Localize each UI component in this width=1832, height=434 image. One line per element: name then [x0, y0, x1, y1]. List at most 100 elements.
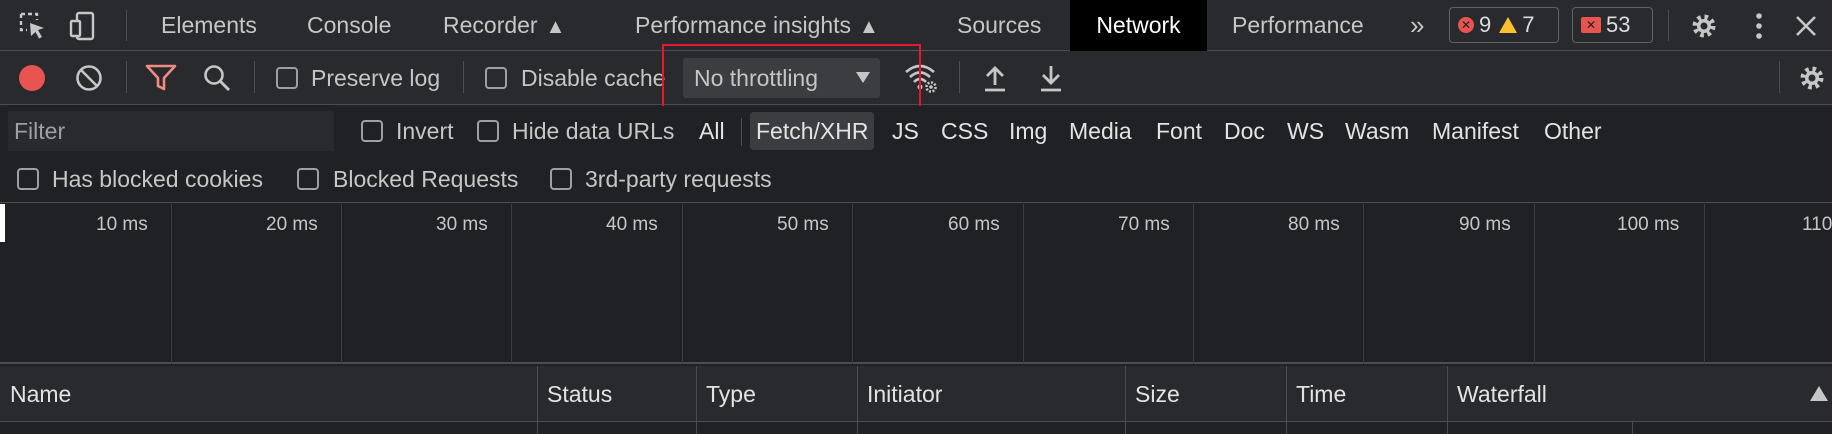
waterfall-gridline [1632, 422, 1633, 434]
type-filter-js[interactable]: JS [886, 112, 925, 150]
error-count: 9 [1479, 12, 1492, 37]
filter-bar: Invert Hide data URLs All Fetch/XHR JS C… [0, 106, 1832, 160]
throttling-select[interactable]: No throttling [683, 58, 880, 98]
clear-log-icon[interactable] [72, 61, 106, 95]
preserve-log-label: Preserve log [311, 65, 441, 91]
blocked-requests-checkbox[interactable] [297, 168, 319, 190]
column-header-status[interactable]: Status [537, 366, 696, 422]
overview-gridline [1023, 204, 1024, 364]
export-har-download-icon[interactable] [1034, 61, 1068, 95]
column-separator [1125, 422, 1126, 434]
tab-performance[interactable]: Performance [1232, 0, 1364, 51]
experiment-flask-icon: ▲ [859, 16, 879, 38]
tab-divider [126, 10, 127, 41]
tab-console[interactable]: Console [307, 0, 391, 51]
error-icon: ✕ [1458, 17, 1474, 33]
type-filter-css[interactable]: CSS [935, 112, 994, 150]
filter-icon[interactable] [144, 61, 178, 95]
record-button[interactable] [15, 61, 49, 95]
network-overview-timeline[interactable]: 10 ms 20 ms 30 ms 40 ms 50 ms 60 ms 70 m… [0, 204, 1832, 364]
third-party-requests-checkbox[interactable] [550, 168, 572, 190]
has-blocked-cookies-label: Has blocked cookies [52, 166, 263, 192]
overview-tick-label: 30 ms [436, 214, 488, 235]
type-filter-all[interactable]: All [693, 112, 731, 150]
console-counters[interactable]: ✕ 9 7 [1449, 7, 1559, 43]
tab-network[interactable]: Network [1070, 0, 1207, 51]
tab-console-label: Console [307, 12, 392, 38]
column-separator [537, 422, 538, 434]
column-separator [857, 422, 858, 434]
type-filter-font[interactable]: Font [1150, 112, 1208, 150]
type-filter-manifest[interactable]: Manifest [1426, 112, 1525, 150]
preserve-log-checkbox[interactable] [276, 67, 298, 89]
overview-gridline [1193, 204, 1194, 364]
search-icon[interactable] [200, 61, 234, 95]
column-header-size[interactable]: Size [1125, 366, 1286, 422]
overview-tick-label: 40 ms [606, 214, 658, 235]
warning-count: 7 [1522, 12, 1535, 37]
overview-tick-label: 60 ms [948, 214, 1000, 235]
invert-checkbox[interactable] [361, 120, 383, 142]
tab-sources-label: Sources [957, 12, 1042, 38]
tab-sources[interactable]: Sources [957, 0, 1041, 51]
issues-count: 53 [1606, 12, 1631, 37]
column-separator [1286, 422, 1287, 434]
column-header-waterfall[interactable]: Waterfall [1447, 366, 1832, 422]
sort-ascending-icon [1810, 386, 1828, 401]
column-header-waterfall-label: Waterfall [1457, 381, 1547, 407]
tab-recorder-label: Recorder [443, 12, 538, 38]
column-header-size-label: Size [1135, 381, 1180, 407]
disable-cache-label: Disable cache [521, 65, 666, 91]
invert-label: Invert [396, 118, 454, 144]
issues-icon: ✕ [1581, 17, 1601, 33]
type-filter-fetch-xhr[interactable]: Fetch/XHR [750, 112, 875, 150]
request-filter-options: Has blocked cookies Blocked Requests 3rd… [0, 160, 1832, 203]
column-header-time[interactable]: Time [1286, 366, 1447, 422]
disable-cache-checkbox[interactable] [485, 67, 507, 89]
tab-network-label: Network [1096, 12, 1181, 38]
overview-tick-label: 100 ms [1617, 214, 1680, 235]
overview-tick-label: 20 ms [266, 214, 318, 235]
overview-gridline [171, 204, 172, 364]
tab-performance-insights[interactable]: Performance insights ▲ [635, 0, 879, 51]
inspect-element-icon[interactable] [17, 10, 49, 42]
blocked-requests-label: Blocked Requests [333, 166, 519, 192]
tab-elements[interactable]: Elements [161, 0, 257, 51]
type-filter-doc[interactable]: Doc [1218, 112, 1271, 150]
overview-gridline [341, 204, 342, 364]
column-header-initiator[interactable]: Initiator [857, 366, 1125, 422]
type-filter-img[interactable]: Img [1003, 112, 1053, 150]
overview-tick-label: 50 ms [777, 214, 829, 235]
column-header-type[interactable]: Type [696, 366, 857, 422]
type-filter-other[interactable]: Other [1538, 112, 1608, 150]
hide-data-urls-checkbox[interactable] [477, 120, 499, 142]
type-filter-wasm[interactable]: Wasm [1339, 112, 1415, 150]
overview-window-handle[interactable] [0, 204, 5, 242]
type-filter-media[interactable]: Media [1063, 112, 1138, 150]
devtools-tab-bar: Elements Console Recorder ▲ Performance i… [0, 0, 1832, 51]
close-devtools-icon[interactable] [1790, 10, 1822, 42]
device-toolbar-icon[interactable] [68, 10, 100, 42]
tab-recorder[interactable]: Recorder ▲ [443, 0, 565, 51]
has-blocked-cookies-checkbox[interactable] [17, 168, 39, 190]
network-toolbar: Preserve log Disable cache No throttling [0, 51, 1832, 105]
filter-input[interactable] [8, 111, 334, 151]
overview-tick-label: 70 ms [1118, 214, 1170, 235]
column-header-name[interactable]: Name [0, 366, 537, 422]
network-conditions-icon[interactable] [904, 61, 938, 95]
network-settings-gear-icon[interactable] [1795, 61, 1829, 95]
issues-counter[interactable]: ✕ 53 [1572, 7, 1653, 43]
import-har-upload-icon[interactable] [978, 61, 1012, 95]
more-options-icon[interactable] [1743, 10, 1775, 42]
experiment-flask-icon: ▲ [545, 16, 566, 38]
more-tabs-icon[interactable]: » [1410, 0, 1424, 51]
settings-gear-icon[interactable] [1688, 10, 1720, 42]
column-separator [1447, 422, 1448, 434]
toolbar-divider [126, 61, 127, 93]
hide-data-urls-label: Hide data URLs [512, 118, 675, 144]
overview-gridline [682, 204, 683, 364]
toolbar-divider [959, 61, 960, 93]
overview-gridline [1704, 204, 1705, 364]
type-filter-ws[interactable]: WS [1281, 112, 1330, 150]
tab-elements-label: Elements [161, 12, 257, 38]
